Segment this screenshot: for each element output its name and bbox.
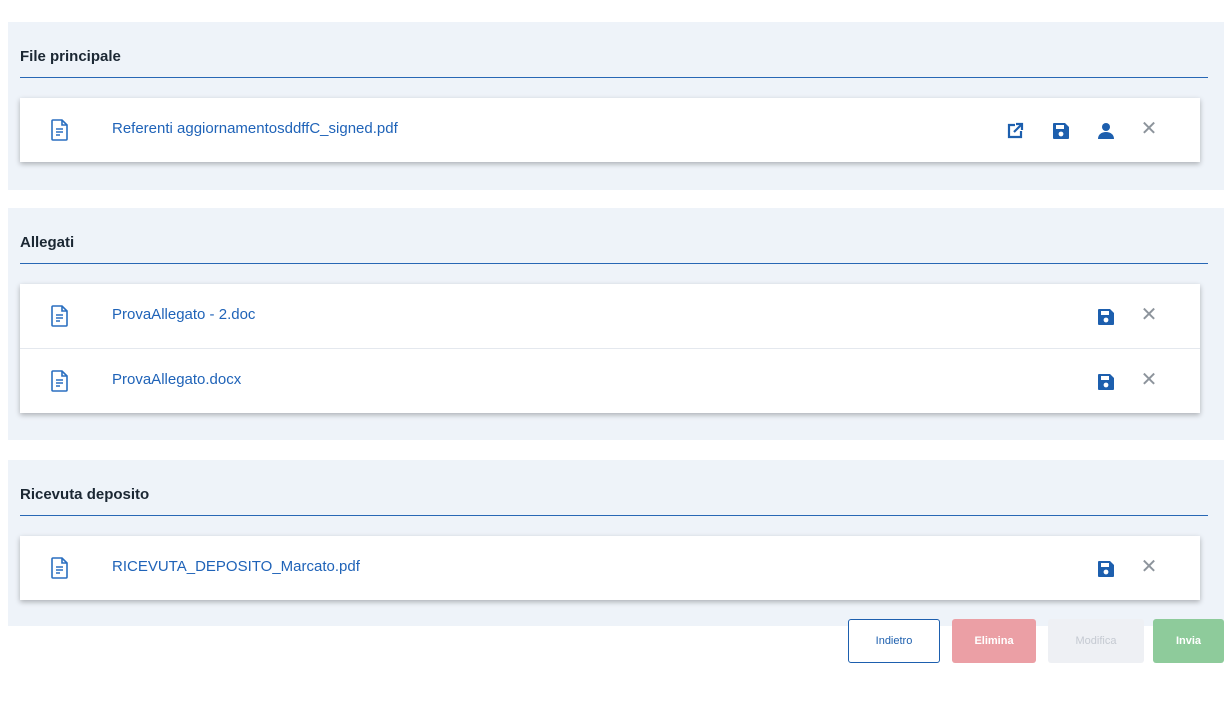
- open-external-icon[interactable]: [1006, 122, 1024, 140]
- section-ricevuta-deposito: Ricevuta deposito RICEVUTA_DEPOSITO_Marc…: [8, 460, 1224, 626]
- save-icon[interactable]: [1097, 373, 1115, 391]
- user-icon[interactable]: [1097, 122, 1115, 140]
- file-list: ProvaAllegato - 2.doc ✕ ProvaAllegato.do…: [20, 284, 1200, 413]
- document-icon: [51, 119, 69, 141]
- document-icon: [51, 305, 69, 327]
- section-divider: [20, 77, 1208, 78]
- file-link[interactable]: Referenti aggiornamentosddffC_signed.pdf: [112, 120, 398, 137]
- section-title: Allegati: [20, 234, 75, 251]
- file-link[interactable]: ProvaAllegato - 2.doc: [112, 306, 255, 323]
- save-icon[interactable]: [1052, 122, 1070, 140]
- file-link[interactable]: RICEVUTA_DEPOSITO_Marcato.pdf: [112, 558, 360, 575]
- close-icon[interactable]: ✕: [1140, 370, 1158, 390]
- close-icon[interactable]: ✕: [1140, 305, 1158, 325]
- section-divider: [20, 263, 1208, 264]
- close-icon[interactable]: ✕: [1140, 557, 1158, 577]
- file-list: RICEVUTA_DEPOSITO_Marcato.pdf ✕: [20, 536, 1200, 600]
- send-button[interactable]: Invia: [1153, 619, 1224, 663]
- edit-button[interactable]: Modifica: [1048, 619, 1144, 663]
- file-list: Referenti aggiornamentosddffC_signed.pdf…: [20, 98, 1200, 162]
- section-file-principale: File principale Referenti aggiornamentos…: [8, 22, 1224, 190]
- save-icon[interactable]: [1097, 560, 1115, 578]
- file-row: Referenti aggiornamentosddffC_signed.pdf…: [20, 98, 1200, 162]
- section-title: File principale: [20, 48, 121, 65]
- file-link[interactable]: ProvaAllegato.docx: [112, 371, 241, 388]
- close-icon[interactable]: ✕: [1140, 119, 1158, 139]
- delete-button[interactable]: Elimina: [952, 619, 1036, 663]
- section-title: Ricevuta deposito: [20, 486, 150, 503]
- save-icon[interactable]: [1097, 308, 1115, 326]
- section-allegati: Allegati ProvaAllegato - 2.doc ✕ ProvaAl…: [8, 208, 1224, 440]
- file-row: RICEVUTA_DEPOSITO_Marcato.pdf ✕: [20, 536, 1200, 600]
- document-icon: [51, 557, 69, 579]
- document-icon: [51, 370, 69, 392]
- file-row: ProvaAllegato - 2.doc ✕: [20, 284, 1200, 348]
- file-row: ProvaAllegato.docx ✕: [20, 348, 1200, 413]
- section-divider: [20, 515, 1208, 516]
- back-button[interactable]: Indietro: [848, 619, 940, 663]
